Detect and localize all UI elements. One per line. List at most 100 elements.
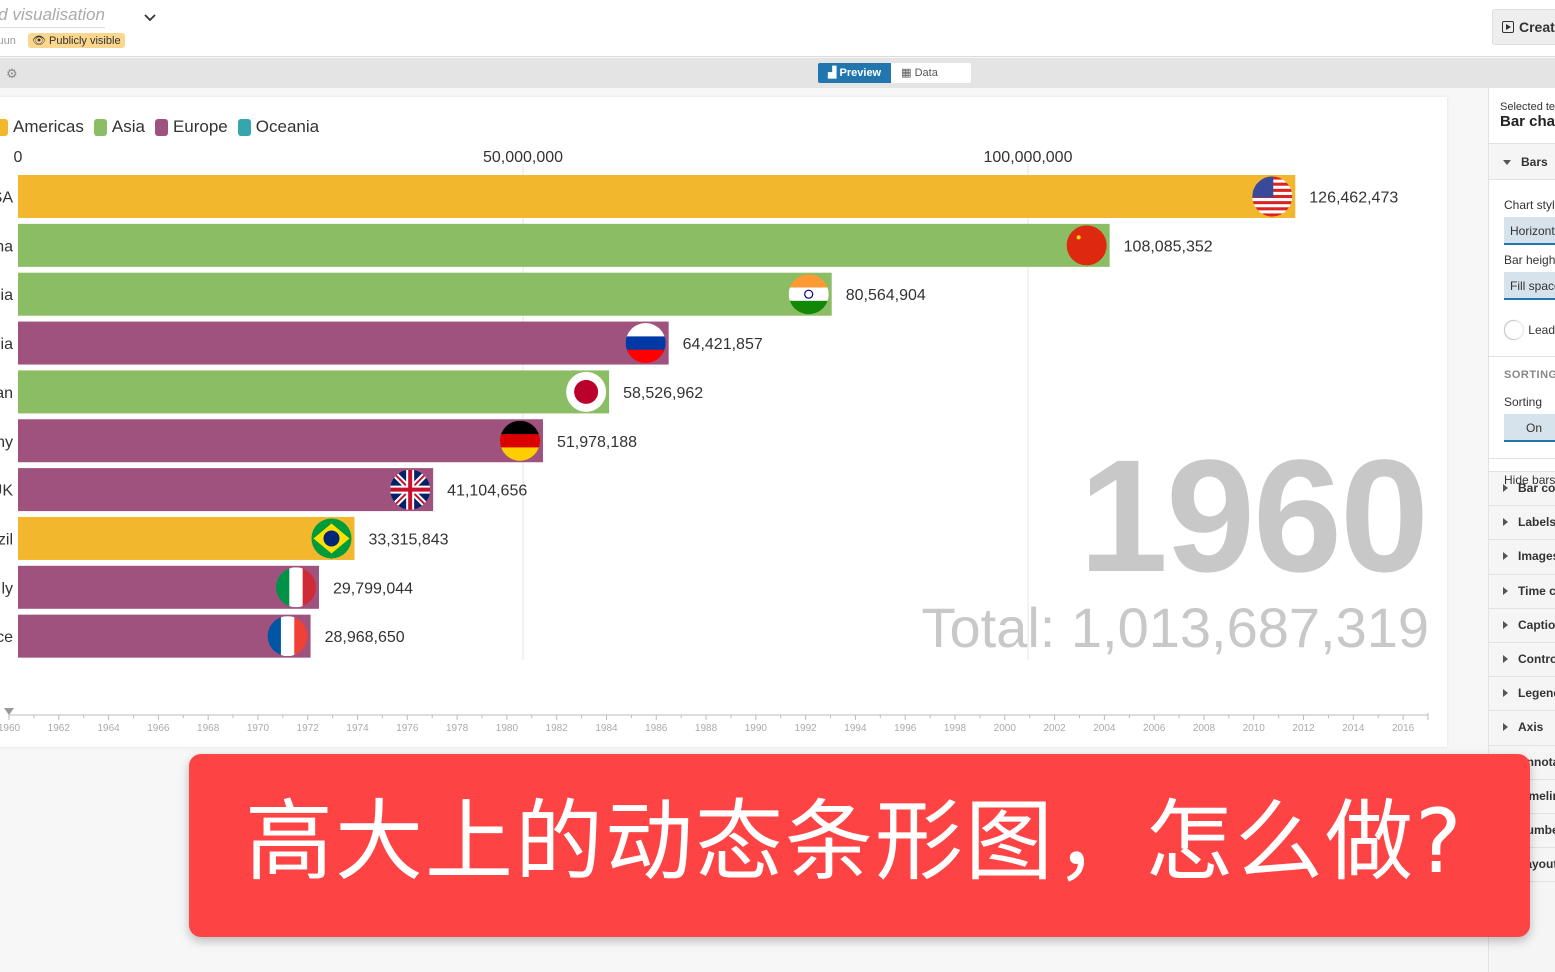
legend-swatch-oceania [237,118,251,136]
template-header: Selected template Bar chart race [1489,88,1555,144]
china-flag-icon [1066,225,1107,266]
bar-category-label: ny [0,434,13,451]
sorting-select[interactable]: On [1504,414,1555,442]
legend-label: Asia [111,117,145,136]
play-icon [1502,21,1514,33]
table-icon: ▦ [901,67,912,79]
timeline-tick-label: 1984 [595,723,618,734]
timeline-tick-label: 1992 [795,723,818,734]
flag-globe [323,530,340,547]
visibility-label: Publicly visible [49,35,121,47]
india-flag-icon [788,274,829,315]
legend-item-europe[interactable]: Europe [154,117,228,137]
visualisation-title[interactable]: Untitled visualisation [0,5,105,28]
triangle-right-icon [1503,586,1508,595]
timeline-tick-label: 2002 [1043,723,1066,734]
bar-value-label: 33,315,843 [368,531,448,548]
bar-group: SA 126,462,473 [0,175,1398,218]
legend-item-americas[interactable]: Americas [0,117,84,137]
banner-text: 高大上的动态条形图，怎么做? [245,790,1464,893]
bar-group: ly 29,799,044 [1,565,413,609]
accordion-bars[interactable]: Bars [1489,144,1555,180]
bar-group: an 58,526,962 [0,370,703,414]
timeline-tick-label: 1966 [147,723,170,734]
timeline-tick-label: 2016 [1392,723,1415,734]
legend-swatch-americas [0,118,8,136]
bar [18,516,355,560]
bar [18,223,1110,267]
accordion-item[interactable]: Legend [1489,677,1555,712]
accordion-item[interactable]: Axis [1489,711,1555,746]
bar-category-label: an [0,385,13,402]
flag-stripe [1252,201,1293,205]
timeline-tick-label: 1994 [844,723,867,734]
flag-stripe [1252,198,1293,202]
divider [1489,356,1555,357]
selected-template-label: Selected template [1500,101,1555,113]
accordion-item[interactable]: Labels [1489,506,1555,541]
x-tick-label: 100,000,000 [984,149,1073,166]
gear-icon[interactable]: ⚙ [6,66,18,82]
chart-style-select[interactable]: Horizontal [1504,217,1555,245]
bar-category-label: ce [0,629,13,646]
bar-value-label: 41,104,656 [447,483,527,500]
legend-item-asia[interactable]: Asia [93,117,145,137]
total-counter: Total: 1,013,687,319 [921,596,1429,659]
toggle-switch[interactable] [1504,320,1524,340]
bar-value-label: 29,799,044 [333,580,413,597]
timeline-tick-label: 1982 [546,723,569,734]
divider [1489,458,1555,459]
bar [18,321,669,365]
bar-category-label: UK [0,483,13,500]
sorting-section-label: SORTING [1504,369,1555,381]
accordion-label: Legend [1518,686,1555,701]
bar-group: ce 28,968,650 [0,614,405,658]
timeline-tick-label: 1962 [48,723,71,734]
tab-data[interactable]: ▦ Data [891,63,972,83]
timeline-tick-label: 1970 [247,723,270,734]
tab-preview[interactable]: ▟ Preview [818,63,892,83]
bar-height-select[interactable]: Fill space [1504,272,1555,300]
legend-label: Europe [172,117,228,136]
legend-item-oceania[interactable]: Oceania [237,117,320,137]
triangle-right-icon [1503,484,1508,492]
flag-stripe [1252,207,1293,211]
legend-label: Oceania [255,117,320,136]
bar-value-label: 51,978,188 [557,434,637,451]
accordion-label: Controls [1518,651,1555,666]
triangle-right-icon [1503,518,1508,527]
bar-group: ia 80,564,904 [1,272,926,316]
timeline-handle[interactable] [4,708,14,715]
sorting-label: Sorting [1504,395,1543,409]
current-year-counter: 1960 [1079,426,1429,605]
triangle-right-icon [1503,552,1508,561]
bar-group: zil 33,315,843 [0,516,449,560]
bar-category-label: ia [1,336,14,353]
accordion-item[interactable]: Images [1489,540,1555,575]
toggle-label: Lead [1528,323,1555,337]
accordion-item[interactable]: Controls [1489,642,1555,678]
accordion-item[interactable]: Time counter [1489,574,1555,609]
bar-value-label: 28,968,650 [325,629,405,646]
timeline-tick-label: 1986 [645,723,668,734]
create-button[interactable]: Create [1492,9,1555,45]
timeline-tick-label: 1978 [446,723,469,734]
timeline-tick-label: 1960 [0,723,21,734]
chevron-down-icon[interactable] [142,10,158,26]
accordion-label: Time counter [1518,583,1555,598]
accordion-item[interactable]: Captions [1489,608,1555,643]
timeline-tick-label: 1968 [197,723,220,734]
timeline-tick-label: 1990 [745,723,768,734]
timeline-slider[interactable]: 1960 1962 1964 1966 1968 1970 1972 1974 1976 1978… [0,700,1440,740]
timeline-tick-label: 2008 [1193,723,1216,734]
toggle-row: Lead [1504,320,1555,340]
bar-value-label: 126,462,473 [1309,190,1398,207]
template-name: Bar chart race [1500,113,1555,130]
timeline-tick-label: 1998 [944,723,967,734]
timeline-tick-label: 1974 [346,723,369,734]
triangle-down-icon [1503,160,1511,166]
visibility-badge[interactable]: 👁 Publicly visible [28,33,125,48]
bars-settings: Chart style Horizontal Bar height Fill s… [1489,180,1555,522]
accordion-label: Bar colors [1518,481,1555,495]
x-tick-label: 50,000,000 [483,149,563,166]
